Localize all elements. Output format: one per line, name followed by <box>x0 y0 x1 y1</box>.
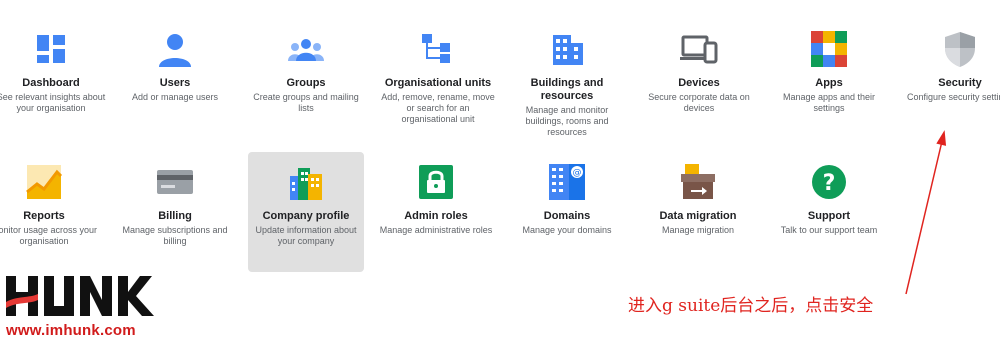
annotation-arrow <box>905 130 947 295</box>
annotation-text: 进入g suite后台之后，点击安全 <box>628 296 874 316</box>
